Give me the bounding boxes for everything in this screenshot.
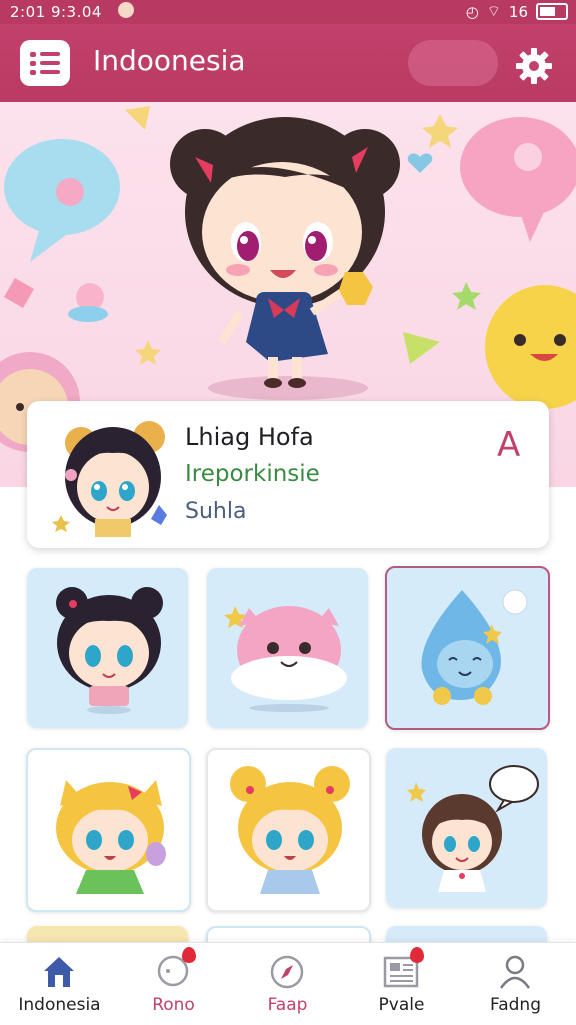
bottom-nav: Indonesia Rono Faap Pvale Fadng: [0, 942, 576, 1025]
sticker-tile[interactable]: [206, 748, 371, 912]
wifi-icon: ⌔: [486, 2, 501, 20]
nav-label: Fadng: [490, 995, 541, 1015]
nav-label: Indonesia: [18, 995, 101, 1015]
location-icon: [118, 2, 134, 18]
nav-item-home[interactable]: Indonesia: [2, 943, 117, 1025]
sticker-tile-selected[interactable]: [385, 566, 550, 730]
sticker-girl-buns: [56, 587, 163, 714]
profile-card[interactable]: Lhiag Hofa Ireporkinsie Suhla A: [27, 401, 549, 548]
sticker-tile[interactable]: [26, 748, 191, 912]
nav-item-pvale[interactable]: Pvale: [344, 943, 459, 1025]
nav-label: Rono: [152, 995, 195, 1015]
status-bar: 2:01 9:3.04 ◴ ⌔ 16: [0, 0, 576, 24]
profile-badge-letter[interactable]: A: [497, 425, 520, 465]
status-icons: ◴ ⌔ 16: [466, 2, 568, 21]
app-bar: Indoonesia: [0, 24, 576, 102]
gear-icon[interactable]: [514, 46, 554, 86]
sticker-water-drop: [421, 589, 528, 705]
sticker-tile[interactable]: [27, 568, 188, 728]
profile-avatar: [52, 421, 167, 537]
profile-tag: Suhla: [185, 499, 247, 524]
home-icon: [44, 957, 74, 987]
sticker-blonde-girl-buns: [230, 766, 350, 894]
notification-badge: [410, 947, 424, 963]
nav-item-faap[interactable]: Faap: [230, 943, 345, 1025]
search-pill[interactable]: [408, 40, 498, 86]
battery-icon: [536, 3, 568, 20]
compass-icon: [270, 955, 304, 989]
nav-item-fadng[interactable]: Fadng: [458, 943, 573, 1025]
sticker-blonde-cat-girl: [56, 780, 166, 894]
page-title: Indoonesia: [93, 44, 246, 77]
sticker-pink-cat: [224, 606, 347, 712]
profile-icon: [499, 955, 531, 989]
notification-badge: [182, 947, 196, 963]
nav-item-rono[interactable]: Rono: [116, 943, 231, 1025]
nav-label: Faap: [267, 995, 308, 1015]
sticker-tile[interactable]: [386, 748, 547, 908]
sticker-brunette-girl: [407, 765, 539, 892]
status-time: 2:01 9:3.04: [10, 3, 102, 21]
profile-subtitle: Ireporkinsie: [185, 461, 320, 487]
signal-label: 16: [508, 2, 528, 21]
alarm-icon: ◴: [465, 2, 479, 21]
nav-label: Pvale: [378, 995, 425, 1015]
sticker-tile[interactable]: [207, 568, 368, 728]
profile-name: Lhiag Hofa: [185, 423, 314, 451]
menu-button[interactable]: [20, 40, 70, 86]
